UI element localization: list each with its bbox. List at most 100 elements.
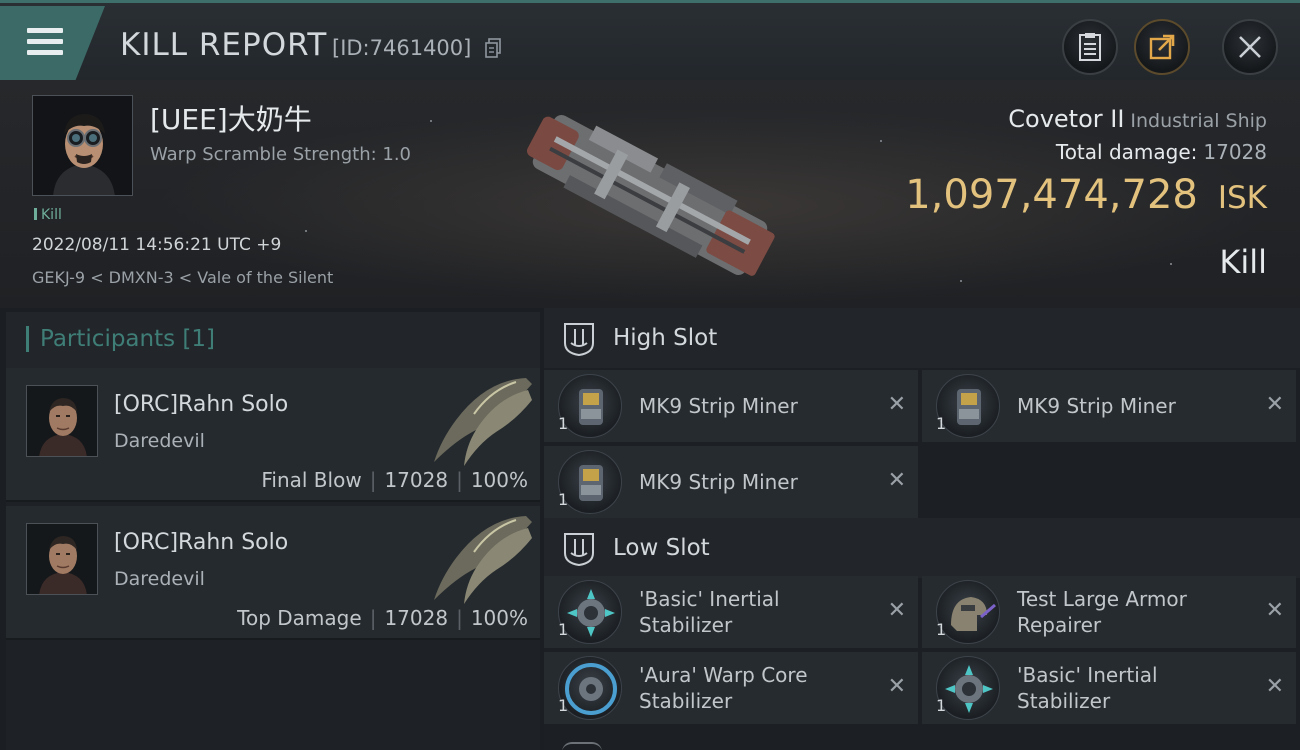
- remove-icon[interactable]: ✕: [1266, 392, 1284, 417]
- low-slot-label: Low Slot: [613, 535, 710, 561]
- kill-result: Kill: [1219, 243, 1267, 281]
- participant-name[interactable]: [ORC]Rahn Solo: [114, 530, 288, 555]
- victim-name[interactable]: [UEE]大奶牛: [150, 98, 312, 138]
- participant-card-top-damage[interactable]: [ORC]Rahn Solo Daredevil Top Damage | 1702…: [6, 506, 540, 640]
- isk-value: 1,097,474,728 ISK: [905, 172, 1267, 218]
- module-high-2[interactable]: 1 MK9 Strip Miner ✕: [922, 370, 1296, 442]
- participant-role: Top Damage: [237, 606, 362, 630]
- copy-icon[interactable]: [484, 38, 502, 58]
- close-button[interactable]: [1222, 19, 1278, 75]
- kill-datetime: 2022/08/11 14:56:21 UTC +9: [32, 235, 282, 255]
- star: [1170, 263, 1172, 265]
- isk-amount: 1,097,474,728: [905, 172, 1198, 218]
- module-name-line1: 'Aura' Warp Core: [639, 663, 808, 687]
- participant-stats: Final Blow | 17028 | 100%: [261, 468, 528, 492]
- module-name-line2: Stabilizer: [1017, 689, 1111, 713]
- victim-ship-name[interactable]: Covetor II Industrial Ship: [1008, 105, 1267, 133]
- participant-avatar[interactable]: [26, 385, 98, 457]
- header-bar: KILL REPORT [ID:7461400]: [0, 0, 1300, 80]
- share-button[interactable]: [1134, 19, 1190, 75]
- module-name-line1: 'Basic' Inertial: [1017, 663, 1158, 687]
- module-high-1[interactable]: 1 MK9 Strip Miner ✕: [544, 370, 918, 442]
- participant-ship: Daredevil: [114, 430, 205, 452]
- star: [960, 280, 962, 282]
- participant-ship: Daredevil: [114, 568, 205, 590]
- report-icon: [1079, 33, 1101, 61]
- share-icon: [1149, 34, 1175, 60]
- kill-location[interactable]: GEKJ-9 < DMXN-3 < Vale of the Silent: [32, 268, 333, 287]
- module-name: 'Aura' Warp Core Stabilizer: [639, 662, 808, 714]
- participant-card-final-blow[interactable]: [ORC]Rahn Solo Daredevil Final Blow | 1702…: [6, 368, 540, 502]
- participant-damage: 17028: [384, 468, 449, 492]
- module-name-line1: 'Basic' Inertial: [639, 587, 780, 611]
- remove-icon[interactable]: ✕: [888, 674, 906, 699]
- fitting-panel: High Slot 1 MK9 Strip Miner ✕ 1 MK9 Stri…: [544, 308, 1300, 750]
- high-slot-icon: [564, 323, 594, 357]
- module-low-1[interactable]: 1 'Basic' Inertial Stabilizer ✕: [544, 576, 918, 648]
- star: [430, 120, 432, 122]
- ship-class: Industrial Ship: [1130, 110, 1267, 132]
- high-slot-header: High Slot: [544, 308, 1300, 368]
- participant-percent: 100%: [470, 606, 528, 630]
- stat-divider: |: [369, 468, 377, 492]
- module-quantity: 1: [558, 620, 569, 639]
- header-accent: [26, 326, 29, 352]
- remove-icon[interactable]: ✕: [888, 468, 906, 493]
- module-low-2[interactable]: 1 Test Large Armor Repairer ✕: [922, 576, 1296, 648]
- module-name-line2: Repairer: [1017, 613, 1102, 637]
- module-quantity: 1: [936, 414, 947, 433]
- remove-icon[interactable]: ✕: [888, 392, 906, 417]
- stat-divider: |: [369, 606, 377, 630]
- remove-icon[interactable]: ✕: [1266, 674, 1284, 699]
- participant-name[interactable]: [ORC]Rahn Solo: [114, 392, 288, 417]
- participant-ship-image: [434, 378, 532, 466]
- total-damage-label: Total damage:: [1055, 140, 1198, 164]
- warp-scramble-strength: Warp Scramble Strength: 1.0: [150, 144, 412, 165]
- star: [880, 140, 882, 142]
- stat-divider: |: [456, 606, 463, 630]
- menu-icon: [27, 28, 63, 61]
- page-title: KILL REPORT: [120, 27, 328, 63]
- module-quantity: 1: [558, 414, 569, 433]
- remove-icon[interactable]: ✕: [888, 598, 906, 623]
- participant-role: Final Blow: [261, 468, 362, 492]
- participants-panel: Participants [1] [ORC]Rahn Solo Daredevi…: [6, 312, 540, 750]
- module-low-4[interactable]: 1 'Basic' Inertial Stabilizer ✕: [922, 652, 1296, 724]
- isk-unit: ISK: [1217, 180, 1267, 216]
- report-id: [ID:7461400]: [332, 36, 472, 60]
- participant-stats: Top Damage | 17028 | 100%: [237, 606, 528, 630]
- victim-ship-image: [527, 114, 775, 276]
- participants-title: Participants [1]: [40, 326, 215, 352]
- module-quantity: 1: [936, 620, 947, 639]
- participant-damage: 17028: [384, 606, 449, 630]
- low-slot-icon: [564, 533, 594, 567]
- participants-header: Participants [1]: [6, 312, 540, 368]
- module-quantity: 1: [558, 490, 569, 509]
- menu-button[interactable]: [0, 6, 105, 80]
- total-damage: Total damage: 17028: [1056, 140, 1267, 164]
- module-high-3[interactable]: 1 MK9 Strip Miner ✕: [544, 446, 918, 518]
- next-slot-icon: [562, 742, 602, 750]
- ship-name-text: Covetor II: [1008, 105, 1125, 133]
- participant-percent: 100%: [470, 468, 528, 492]
- kill-banner: [UEE]大奶牛 Warp Scramble Strength: 1.0 Kil…: [0, 80, 1300, 308]
- module-name: Test Large Armor Repairer: [1017, 586, 1187, 638]
- participant-avatar[interactable]: [26, 523, 98, 595]
- kill-tag: Kill: [34, 207, 62, 223]
- close-icon: [1239, 36, 1261, 58]
- module-name-line2: Stabilizer: [639, 689, 733, 713]
- total-damage-value: 17028: [1203, 140, 1267, 164]
- module-name: MK9 Strip Miner: [639, 394, 798, 418]
- low-slot-header: Low Slot: [544, 518, 1300, 578]
- remove-icon[interactable]: ✕: [1266, 598, 1284, 623]
- module-name-line1: Test Large Armor: [1017, 587, 1187, 611]
- star: [305, 230, 307, 232]
- report-button[interactable]: [1062, 19, 1118, 75]
- module-name: MK9 Strip Miner: [1017, 394, 1176, 418]
- module-name-line2: Stabilizer: [639, 613, 733, 637]
- module-low-3[interactable]: 1 'Aura' Warp Core Stabilizer ✕: [544, 652, 918, 724]
- module-name: 'Basic' Inertial Stabilizer: [639, 586, 780, 638]
- module-name: 'Basic' Inertial Stabilizer: [1017, 662, 1158, 714]
- module-quantity: 1: [558, 696, 569, 715]
- victim-avatar[interactable]: [32, 95, 133, 196]
